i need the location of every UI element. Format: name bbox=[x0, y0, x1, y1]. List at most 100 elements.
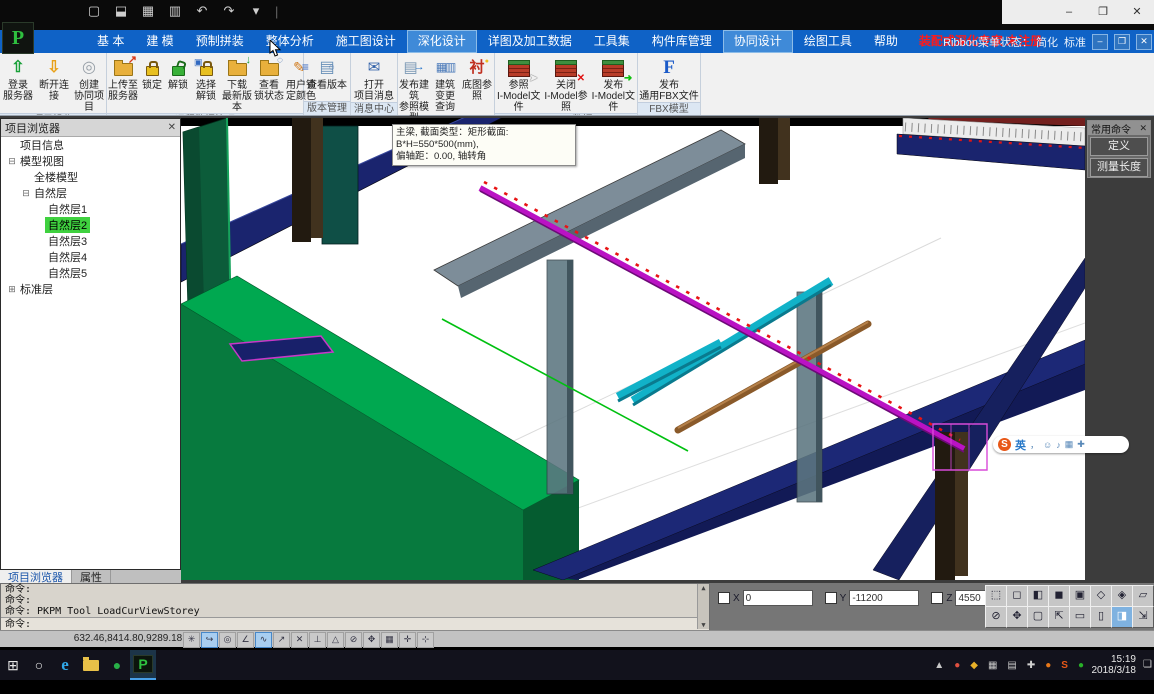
view-hidden-line-button[interactable]: ◻ bbox=[1006, 585, 1028, 607]
upload-to-server-button[interactable]: ↗上传至 服务器 bbox=[107, 55, 139, 102]
pan-button[interactable]: ✥ bbox=[1006, 606, 1028, 628]
snap-center-icon[interactable]: ◎ bbox=[219, 632, 236, 648]
edge-browser-icon[interactable]: e bbox=[52, 651, 78, 679]
ime-language-mode[interactable]: 英 bbox=[1015, 437, 1026, 453]
x-coordinate-input[interactable] bbox=[743, 590, 813, 606]
tray-health-icon[interactable]: ✚ bbox=[1027, 660, 1035, 671]
ime-toolbar[interactable]: S 英 ， ☺ ♪ ▦ ✚ bbox=[993, 436, 1129, 453]
expander-icon[interactable]: ⊟ bbox=[21, 188, 31, 199]
x-lock-checkbox[interactable] bbox=[718, 592, 730, 604]
start-button[interactable]: ⊞ bbox=[0, 651, 26, 679]
sogou-logo-icon[interactable]: S bbox=[998, 438, 1011, 451]
open-project-message-button[interactable]: 打开 项目消息 bbox=[351, 55, 397, 102]
shade-mode-button[interactable]: ◨ bbox=[1111, 606, 1133, 628]
view-wireframe-button[interactable]: ⬚ bbox=[985, 585, 1007, 607]
select-unlock-button[interactable]: ▣选择解锁 bbox=[191, 55, 221, 102]
crosshair-toggle-icon[interactable]: ✛ bbox=[399, 632, 416, 648]
ime-keyboard-icon[interactable]: ▦ bbox=[1065, 439, 1074, 450]
ime-emoji-icon[interactable]: ☺ bbox=[1043, 440, 1052, 450]
snap-off-icon[interactable]: ⊘ bbox=[345, 632, 362, 648]
ime-voice-icon[interactable]: ♪ bbox=[1056, 440, 1061, 450]
window-maximize-button[interactable]: ❐ bbox=[1086, 0, 1120, 24]
view-lock-status-button[interactable]: ◌查看 锁状态 bbox=[253, 55, 285, 102]
snap-perpendicular-icon[interactable]: ⊥ bbox=[309, 632, 326, 648]
tray-warning-icon[interactable]: ◆ bbox=[970, 660, 978, 671]
ortho-toggle-icon[interactable]: ⊹ bbox=[417, 632, 434, 648]
window-close-button[interactable]: ✕ bbox=[1120, 0, 1154, 24]
create-collab-project-button[interactable]: 创建 协同项目 bbox=[72, 55, 106, 113]
tree-item-storey-5[interactable]: 自然层5 bbox=[1, 265, 180, 281]
tray-display-icon[interactable]: ▦ bbox=[988, 660, 997, 671]
y-lock-checkbox[interactable] bbox=[825, 592, 837, 604]
snap-endpoint-icon[interactable]: ↪ bbox=[201, 632, 218, 648]
scroll-up-icon[interactable]: ▲ bbox=[701, 584, 705, 592]
ime-punctuation-icon[interactable]: ， bbox=[1030, 438, 1039, 451]
save-file-icon[interactable]: ▦ bbox=[140, 3, 156, 19]
save-all-icon[interactable]: ▥ bbox=[167, 3, 183, 19]
ribbon-close-button[interactable]: ✕ bbox=[1136, 34, 1152, 50]
tray-green-app-icon[interactable]: ● bbox=[1078, 660, 1084, 671]
3d-model-svg[interactable] bbox=[181, 118, 1085, 580]
command-input-line[interactable]: 命令: bbox=[1, 617, 709, 631]
download-latest-button[interactable]: ↓下载 最新版本 bbox=[221, 55, 253, 113]
panel-close-icon[interactable]: ✕ bbox=[168, 122, 176, 133]
view-plan-button[interactable]: ▱ bbox=[1132, 585, 1154, 607]
tab-detail-and-processing-data[interactable]: 详图及加工数据 bbox=[477, 30, 583, 53]
tree-item-natural-storeys[interactable]: ⊟自然层 bbox=[1, 185, 180, 201]
expander-icon[interactable]: ⊟ bbox=[7, 156, 17, 167]
side-view-button[interactable]: ▯ bbox=[1090, 606, 1112, 628]
login-server-button[interactable]: 登录 服务器 bbox=[0, 55, 36, 102]
z-lock-checkbox[interactable] bbox=[931, 592, 943, 604]
tab-precast-assembly[interactable]: 预制拼装 bbox=[185, 30, 255, 53]
action-center-icon[interactable]: ❏ bbox=[1143, 659, 1152, 670]
viewport-3d[interactable]: 主梁, 截面类型：矩形截面: B*H=550*500(mm), 偏轴距：0.00… bbox=[181, 118, 1085, 580]
define-button[interactable]: 定义 bbox=[1090, 137, 1148, 156]
tab-construction-drawing[interactable]: 施工图设计 bbox=[325, 30, 407, 53]
window-minimize-button[interactable]: – bbox=[1052, 0, 1086, 24]
qat-customize-icon[interactable]: ▾ bbox=[248, 3, 264, 19]
tab-detailed-design[interactable]: 深化设计 bbox=[407, 30, 477, 53]
tab-drawing-tools[interactable]: 绘图工具 bbox=[793, 30, 863, 53]
snap-track-icon[interactable]: ✳ bbox=[183, 632, 200, 648]
tab-modeling[interactable]: 建 模 bbox=[135, 30, 184, 53]
tab-basic[interactable]: 基 本 bbox=[86, 30, 135, 53]
disconnect-button[interactable]: 断开连接 bbox=[36, 55, 72, 102]
search-icon[interactable]: ○ bbox=[26, 651, 52, 679]
snap-move-icon[interactable]: ✥ bbox=[363, 632, 380, 648]
view-textured-button[interactable]: ▣ bbox=[1069, 585, 1091, 607]
underlay-reference-button[interactable]: 底图参照 bbox=[460, 55, 494, 102]
tree-item-model-views[interactable]: ⊟模型视图 bbox=[1, 153, 180, 169]
tab-help[interactable]: 帮助 bbox=[863, 30, 909, 53]
snap-intersection-icon[interactable]: ✕ bbox=[291, 632, 308, 648]
command-scrollbar[interactable]: ▲▼ bbox=[697, 584, 709, 629]
file-explorer-icon[interactable] bbox=[78, 651, 104, 679]
tab-component-library[interactable]: 构件库管理 bbox=[641, 30, 723, 53]
undo-icon[interactable]: ↶ bbox=[194, 3, 210, 19]
tree-item-storey-2-selected[interactable]: 自然层2 bbox=[1, 217, 180, 233]
rotate-view-button[interactable]: ⇲ bbox=[1132, 606, 1154, 628]
tree-item-whole-building[interactable]: 全楼模型 bbox=[1, 169, 180, 185]
expander-icon[interactable]: ⊞ bbox=[7, 284, 17, 295]
view-iso-shaded-button[interactable]: ◈ bbox=[1111, 585, 1133, 607]
tree-item-standard-storeys[interactable]: ⊞标准层 bbox=[1, 281, 180, 297]
snap-nearest-icon[interactable]: ∿ bbox=[255, 632, 272, 648]
unlock-button[interactable]: 解锁 bbox=[165, 55, 191, 91]
taskbar-clock[interactable]: 15:19 2018/3/18 bbox=[1092, 654, 1137, 676]
view-solid-button[interactable]: ◼ bbox=[1048, 585, 1070, 607]
tab-overall-analysis[interactable]: 整体分析 bbox=[255, 30, 325, 53]
tray-update-icon[interactable]: ● bbox=[1045, 660, 1051, 671]
zoom-extents-button[interactable]: ▢ bbox=[1027, 606, 1049, 628]
tray-security-icon[interactable]: ● bbox=[954, 660, 960, 671]
tab-toolset[interactable]: 工具集 bbox=[583, 30, 641, 53]
new-file-icon[interactable]: ▢ bbox=[86, 3, 102, 19]
redo-icon[interactable]: ↷ bbox=[221, 3, 237, 19]
tree-item-storey-1[interactable]: 自然层1 bbox=[1, 201, 180, 217]
ribbon-restore-button[interactable]: ❐ bbox=[1114, 34, 1130, 50]
reference-imodel-button[interactable]: ➤参照 I-Model文件 bbox=[495, 55, 542, 113]
snap-node-icon[interactable]: △ bbox=[327, 632, 344, 648]
close-imodel-button[interactable]: ✕关闭 I-Model参照 bbox=[542, 55, 589, 113]
publish-arch-reference-button[interactable]: 发布建筑 参照模型 bbox=[398, 55, 430, 124]
scroll-down-icon[interactable]: ▼ bbox=[701, 621, 705, 629]
snap-extension-icon[interactable]: ↗ bbox=[273, 632, 290, 648]
lock-button[interactable]: 锁定 bbox=[139, 55, 165, 91]
